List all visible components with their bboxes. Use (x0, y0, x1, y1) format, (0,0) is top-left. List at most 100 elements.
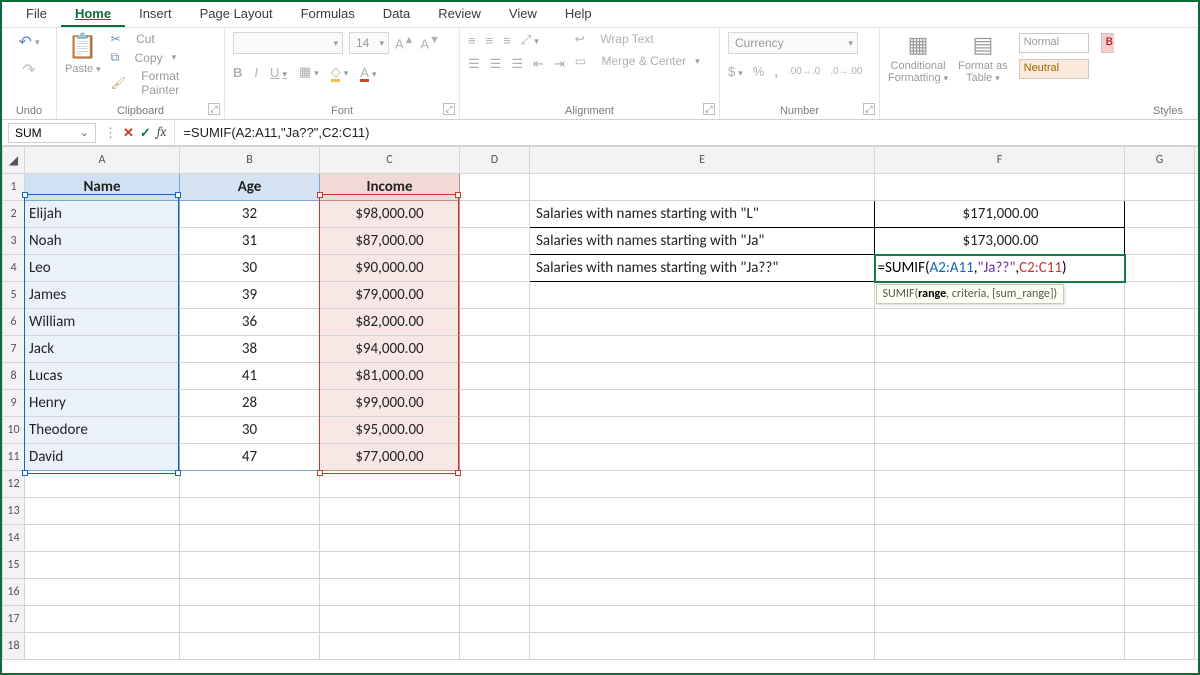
row-header-15[interactable]: 15 (3, 552, 25, 579)
tab-formulas[interactable]: Formulas (287, 2, 369, 27)
cell-A2[interactable]: Elijah (25, 201, 180, 228)
grid[interactable]: ◢ A B C D E F G H 1 Name Age Income 2 El… (2, 146, 1198, 673)
comma-button[interactable]: , (774, 64, 778, 79)
cell-C10[interactable]: $95,000.00 (320, 417, 460, 444)
row-header-14[interactable]: 14 (3, 525, 25, 552)
indent-decrease-icon[interactable]: ⇤ (533, 56, 544, 72)
style-bad[interactable]: B (1101, 33, 1114, 53)
cell-G4[interactable] (1125, 255, 1195, 282)
cell-B9[interactable]: 28 (180, 390, 320, 417)
merge-center-button[interactable]: ▭ Merge & Center (575, 54, 700, 68)
col-header-H[interactable]: H (1195, 147, 1199, 174)
cut-button[interactable]: ✂ Cut (111, 32, 216, 46)
menu-dots-icon[interactable]: ⋮ (104, 125, 117, 141)
format-painter-button[interactable]: 🖌 Format Painter (111, 69, 216, 97)
col-header-A[interactable]: A (25, 147, 180, 174)
cell-D1[interactable] (460, 174, 530, 201)
row-header-16[interactable]: 16 (3, 579, 25, 606)
fill-color-button[interactable]: ◇ (331, 64, 349, 80)
row-header-13[interactable]: 13 (3, 498, 25, 525)
cell-H3[interactable] (1195, 228, 1199, 255)
cell-A7[interactable]: Jack (25, 336, 180, 363)
indent-increase-icon[interactable]: ⇥ (554, 56, 565, 72)
cell-C11[interactable]: $77,000.00 (320, 444, 460, 471)
copy-button[interactable]: ⧉ Copy (111, 50, 216, 65)
cell-B11[interactable]: 47 (180, 444, 320, 471)
cell-C4[interactable]: $90,000.00 (320, 255, 460, 282)
cell-H2[interactable] (1195, 201, 1199, 228)
col-header-B[interactable]: B (180, 147, 320, 174)
cell-C9[interactable]: $99,000.00 (320, 390, 460, 417)
cell-B3[interactable]: 31 (180, 228, 320, 255)
col-header-G[interactable]: G (1125, 147, 1195, 174)
increase-decimal-button[interactable]: .00→.0 (788, 66, 820, 77)
alignment-launcher[interactable]: ⤢ (703, 103, 715, 115)
align-bottom-icon[interactable]: ≡ (503, 33, 511, 48)
align-center-icon[interactable]: ☰ (490, 56, 502, 72)
confirm-formula-button[interactable]: ✓ (140, 125, 151, 141)
style-normal[interactable]: Normal (1019, 33, 1089, 53)
cell-C7[interactable]: $94,000.00 (320, 336, 460, 363)
cell-B2[interactable]: 32 (180, 201, 320, 228)
cell-C1[interactable]: Income (320, 174, 460, 201)
cell-F4-editing[interactable]: =SUMIF(A2:A11,"Ja??",C2:C11) SUMIF(range… (875, 255, 1125, 282)
tab-insert[interactable]: Insert (125, 2, 186, 27)
cell-A9[interactable]: Henry (25, 390, 180, 417)
cell-A1[interactable]: Name (25, 174, 180, 201)
cancel-formula-button[interactable]: ✕ (123, 125, 134, 141)
row-header-8[interactable]: 8 (3, 363, 25, 390)
row-header-5[interactable]: 5 (3, 282, 25, 309)
paste-button[interactable]: 📋 Paste (65, 32, 101, 75)
cell-B7[interactable]: 38 (180, 336, 320, 363)
tab-home[interactable]: Home (61, 2, 125, 27)
number-format-combo[interactable]: Currency (728, 32, 858, 54)
cell-H1[interactable] (1195, 174, 1199, 201)
formula-bar[interactable]: =SUMIF(A2:A11,"Ja??",C2:C11) (175, 123, 1198, 142)
cell-B1[interactable]: Age (180, 174, 320, 201)
row-header-1[interactable]: 1 (3, 174, 25, 201)
cell-B10[interactable]: 30 (180, 417, 320, 444)
row-header-2[interactable]: 2 (3, 201, 25, 228)
cell-B8[interactable]: 41 (180, 363, 320, 390)
cell-D3[interactable] (460, 228, 530, 255)
font-size-combo[interactable]: 14 (349, 32, 389, 54)
col-header-D[interactable]: D (460, 147, 530, 174)
select-all-corner[interactable]: ◢ (3, 147, 25, 174)
col-header-E[interactable]: E (530, 147, 875, 174)
cell-A3[interactable]: Noah (25, 228, 180, 255)
cell-C6[interactable]: $82,000.00 (320, 309, 460, 336)
tab-help[interactable]: Help (551, 2, 606, 27)
underline-button[interactable]: U (270, 65, 287, 80)
cell-C8[interactable]: $81,000.00 (320, 363, 460, 390)
cell-C3[interactable]: $87,000.00 (320, 228, 460, 255)
cell-A6[interactable]: William (25, 309, 180, 336)
col-header-F[interactable]: F (875, 147, 1125, 174)
row-header-3[interactable]: 3 (3, 228, 25, 255)
italic-button[interactable]: I (254, 65, 258, 80)
cell-F1[interactable] (875, 174, 1125, 201)
redo-icon[interactable]: ↷ (22, 60, 35, 80)
cell-G2[interactable] (1125, 201, 1195, 228)
style-neutral[interactable]: Neutral (1019, 59, 1089, 79)
cell-C2[interactable]: $98,000.00 (320, 201, 460, 228)
align-middle-icon[interactable]: ≡ (486, 33, 494, 48)
row-header-18[interactable]: 18 (3, 633, 25, 660)
cell-A4[interactable]: Leo (25, 255, 180, 282)
cell-B4[interactable]: 30 (180, 255, 320, 282)
cell-F2[interactable]: $171,000.00 (875, 201, 1125, 228)
cell-E3[interactable]: Salaries with names starting with "Ja" (530, 228, 875, 255)
cell-A8[interactable]: Lucas (25, 363, 180, 390)
number-launcher[interactable]: ⤢ (863, 103, 875, 115)
cell-D4[interactable] (460, 255, 530, 282)
row-header-9[interactable]: 9 (3, 390, 25, 417)
font-color-button[interactable]: A (360, 65, 376, 80)
cell-G1[interactable] (1125, 174, 1195, 201)
increase-font-icon[interactable]: A▲ (395, 34, 414, 51)
cell-G3[interactable] (1125, 228, 1195, 255)
row-header-4[interactable]: 4 (3, 255, 25, 282)
conditional-formatting-button[interactable]: ▦ Conditional Formatting (888, 32, 948, 84)
align-top-icon[interactable]: ≡ (468, 33, 476, 48)
col-header-C[interactable]: C (320, 147, 460, 174)
cell-F3[interactable]: $173,000.00 (875, 228, 1125, 255)
font-launcher[interactable]: ⤢ (443, 103, 455, 115)
